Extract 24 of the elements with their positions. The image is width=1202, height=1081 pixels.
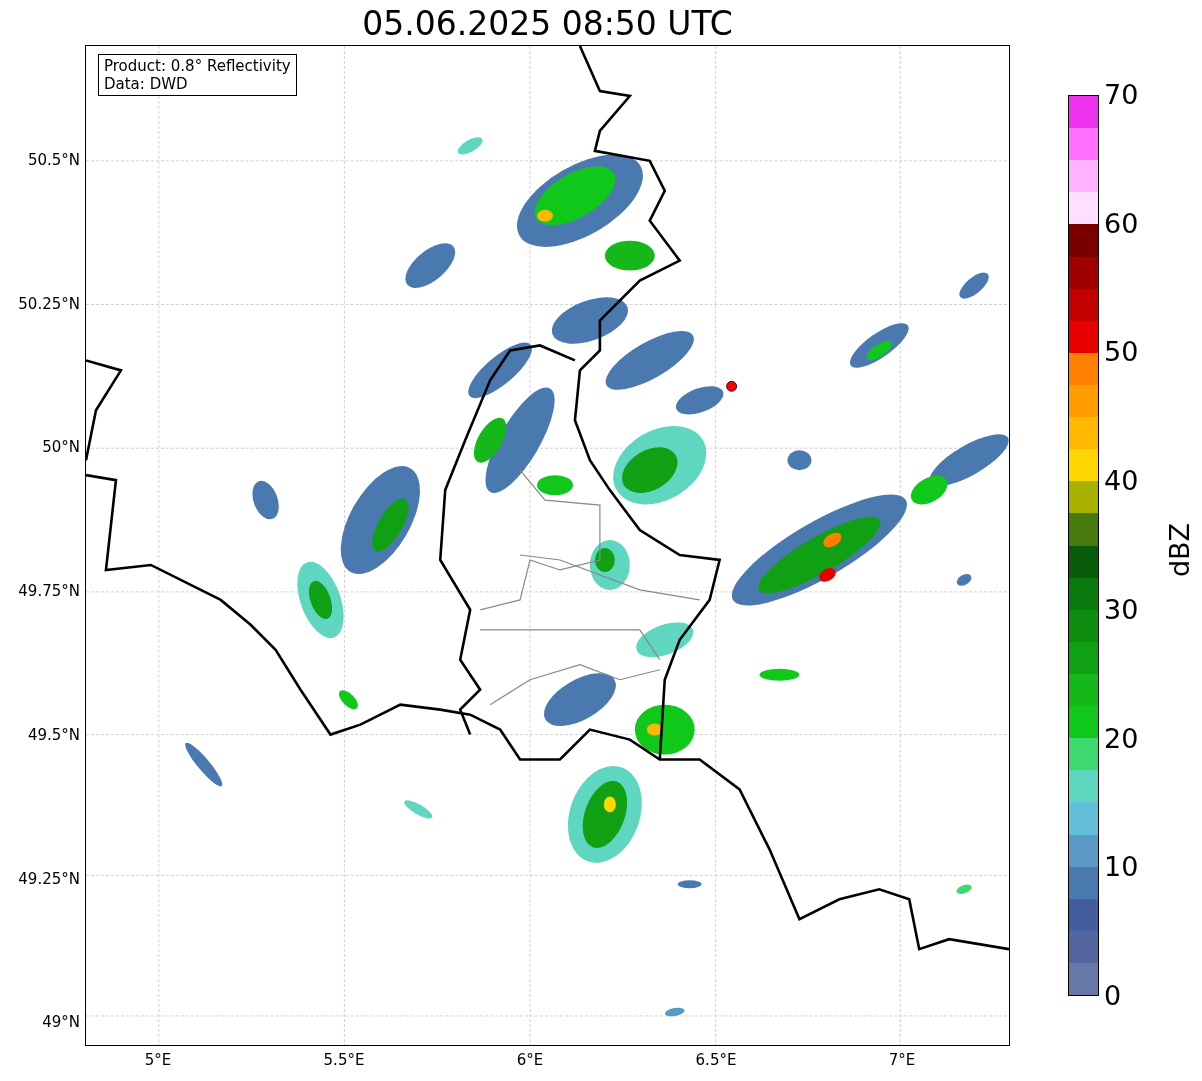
colorbar-tick-label: 10 (1104, 852, 1139, 883)
info-text: Data: DWD (104, 75, 189, 93)
latitude-label: 49.75°N (18, 582, 80, 601)
longitude-label: 7°E (887, 1051, 917, 1069)
longitude-label: 5.5°E (322, 1051, 366, 1069)
latitude-label: 50.5°N (27, 151, 80, 169)
colorbar-tick-label: 60 (1104, 208, 1139, 239)
latitude-label: 49.25°N (18, 869, 80, 888)
colorbar-tick-label: 20 (1104, 723, 1139, 754)
longitude-label: 6°E (515, 1051, 545, 1069)
latitude-label: 50°N (42, 438, 80, 457)
colorbar-tick-label: 70 (1104, 80, 1139, 110)
colorbar-tick-label: 40 (1104, 466, 1139, 497)
info-text: Product: 0.8° Reflectivity (104, 57, 291, 75)
colorbar-tick-label: 30 (1104, 594, 1139, 625)
colorbar-tick-label: 0 (1104, 981, 1122, 1011)
colorbar-label: dBZ (1165, 522, 1195, 578)
longitude-label: 5°E (143, 1051, 173, 1069)
latitude-label: 49.5°N (27, 725, 80, 744)
latitude-label: 50.25°N (18, 294, 80, 313)
colorbar-tick-label: 50 (1104, 337, 1139, 368)
chart-title: 05.06.2025 08:50 UTC (361, 4, 734, 44)
latitude-label: 49°N (42, 1013, 80, 1032)
longitude-label: 6.5°E (694, 1051, 738, 1069)
